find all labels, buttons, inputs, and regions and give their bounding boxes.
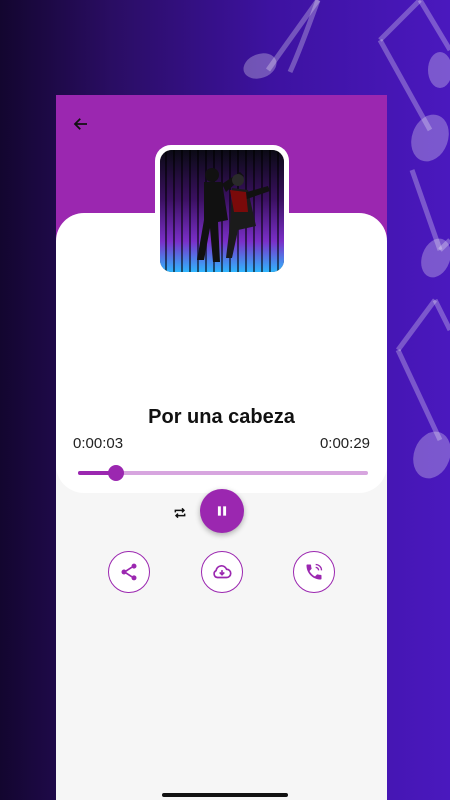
pause-button[interactable] xyxy=(200,489,244,533)
album-art-frame xyxy=(155,145,289,277)
download-button[interactable] xyxy=(201,551,243,593)
set-ringtone-button[interactable] xyxy=(293,551,335,593)
arrow-left-icon xyxy=(73,118,87,130)
app-screen: Por una cabeza 0:00:03 0:00:29 xyxy=(56,95,387,800)
system-home-indicator xyxy=(162,793,288,797)
album-art xyxy=(160,150,284,272)
total-duration: 0:00:29 xyxy=(319,435,370,452)
elapsed-time: 0:00:03 xyxy=(73,435,124,452)
pause-icon xyxy=(217,506,227,516)
album-art-image xyxy=(160,150,284,272)
repeat-icon xyxy=(174,507,186,519)
share-icon xyxy=(121,563,137,581)
phone-ringtone-icon xyxy=(306,563,323,580)
repeat-button[interactable] xyxy=(170,503,190,523)
cloud-download-icon xyxy=(213,565,232,579)
share-button[interactable] xyxy=(108,551,150,593)
seek-bar-thumb[interactable] xyxy=(107,465,124,481)
song-title: Por una cabeza xyxy=(148,406,295,428)
back-button[interactable] xyxy=(70,113,92,135)
seek-bar[interactable] xyxy=(78,465,368,481)
